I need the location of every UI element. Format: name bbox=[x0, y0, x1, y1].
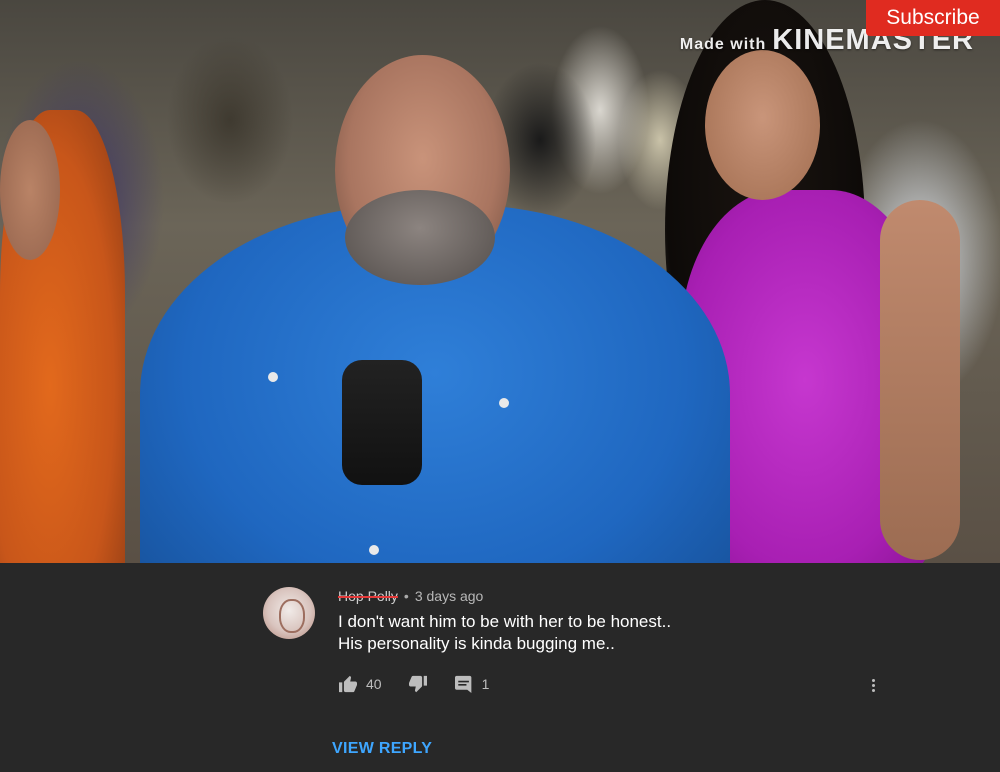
comment-line-1: I don't want him to be with her to be ho… bbox=[338, 612, 672, 631]
shirt-button bbox=[499, 398, 509, 408]
watermark-prefix: Made with bbox=[679, 36, 767, 53]
thumbs-down-icon bbox=[408, 675, 428, 693]
comment-actions: 40 1 bbox=[338, 675, 515, 693]
subscribe-button[interactable]: Subscribe bbox=[866, 0, 1000, 36]
separator-dot: • bbox=[403, 588, 409, 604]
comment-timestamp[interactable]: 3 days ago bbox=[415, 588, 484, 604]
reply-button[interactable]: 1 bbox=[454, 675, 490, 693]
child-face bbox=[0, 120, 60, 260]
like-button[interactable]: 40 bbox=[338, 675, 382, 693]
comment-author[interactable]: Hop Polly bbox=[338, 588, 398, 604]
man-beard bbox=[345, 190, 495, 285]
video-frame[interactable]: Made with KINEMASTER Subscribe bbox=[0, 0, 1000, 563]
dislike-button[interactable] bbox=[408, 675, 428, 693]
thumbs-up-icon bbox=[338, 675, 358, 693]
comment-line-2: His personality is kinda bugging me.. bbox=[338, 634, 615, 653]
comment-meta: Hop Polly • 3 days ago bbox=[338, 588, 483, 604]
shirt-button bbox=[369, 545, 379, 555]
avatar[interactable] bbox=[263, 587, 315, 639]
reply-count: 1 bbox=[481, 676, 490, 692]
shirt-button bbox=[268, 372, 278, 382]
comment-reply-icon bbox=[454, 675, 474, 693]
comment-body: I don't want him to be with her to be ho… bbox=[338, 611, 938, 655]
woman-face bbox=[705, 50, 820, 200]
sunglasses bbox=[342, 360, 422, 485]
woman-arm bbox=[880, 200, 960, 560]
view-reply-link[interactable]: VIEW REPLY bbox=[332, 740, 432, 758]
like-count: 40 bbox=[366, 676, 382, 692]
more-vert-icon[interactable] bbox=[869, 677, 877, 697]
